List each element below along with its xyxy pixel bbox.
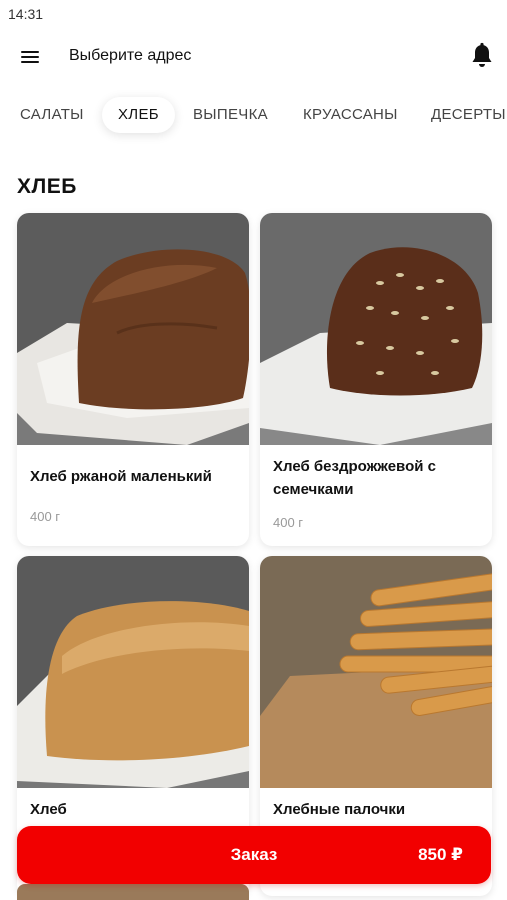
product-card[interactable]: Хлеб бездрожжевой с семечками 400 г bbox=[260, 213, 492, 546]
product-image bbox=[17, 556, 249, 788]
hamburger-menu-icon[interactable] bbox=[18, 46, 42, 68]
product-name: Хлебные палочки bbox=[273, 801, 406, 818]
next-product-card-peek bbox=[17, 884, 249, 900]
tab-bread[interactable]: ХЛЕБ bbox=[102, 97, 175, 133]
product-name: Хлеб бездрожжевой с семечками bbox=[273, 458, 436, 498]
app-bar: Выберите адрес bbox=[0, 36, 507, 78]
product-image bbox=[260, 556, 492, 788]
status-time: 14:31 bbox=[8, 6, 44, 22]
tab-croissants[interactable]: КРУАССАНЫ bbox=[303, 97, 398, 133]
status-bar: 14:31 bbox=[0, 0, 507, 28]
tab-desserts[interactable]: ДЕСЕРТЫ bbox=[431, 97, 506, 133]
section-title: ХЛЕБ bbox=[17, 175, 77, 198]
order-price: 850 ₽ bbox=[418, 845, 463, 864]
product-name: Хлеб ржаной маленький bbox=[30, 468, 212, 485]
product-name: Хлеб bbox=[30, 801, 67, 818]
product-weight: 400 г bbox=[30, 509, 61, 524]
bell-icon[interactable] bbox=[469, 42, 495, 70]
product-card[interactable]: Хлеб ржаной маленький 400 г bbox=[17, 213, 249, 546]
product-image bbox=[260, 213, 492, 445]
tab-pastry[interactable]: ВЫПЕЧКА bbox=[193, 97, 268, 133]
product-image bbox=[17, 213, 249, 445]
category-tabs: САЛАТЫ ХЛЕБ ВЫПЕЧКА КРУАССАНЫ ДЕСЕРТЫ bbox=[0, 94, 507, 136]
order-button[interactable]: Заказ 850 ₽ bbox=[17, 826, 491, 884]
tab-salads[interactable]: САЛАТЫ bbox=[20, 97, 84, 133]
address-selector[interactable]: Выберите адрес bbox=[69, 47, 191, 65]
product-weight: 400 г bbox=[273, 515, 304, 530]
